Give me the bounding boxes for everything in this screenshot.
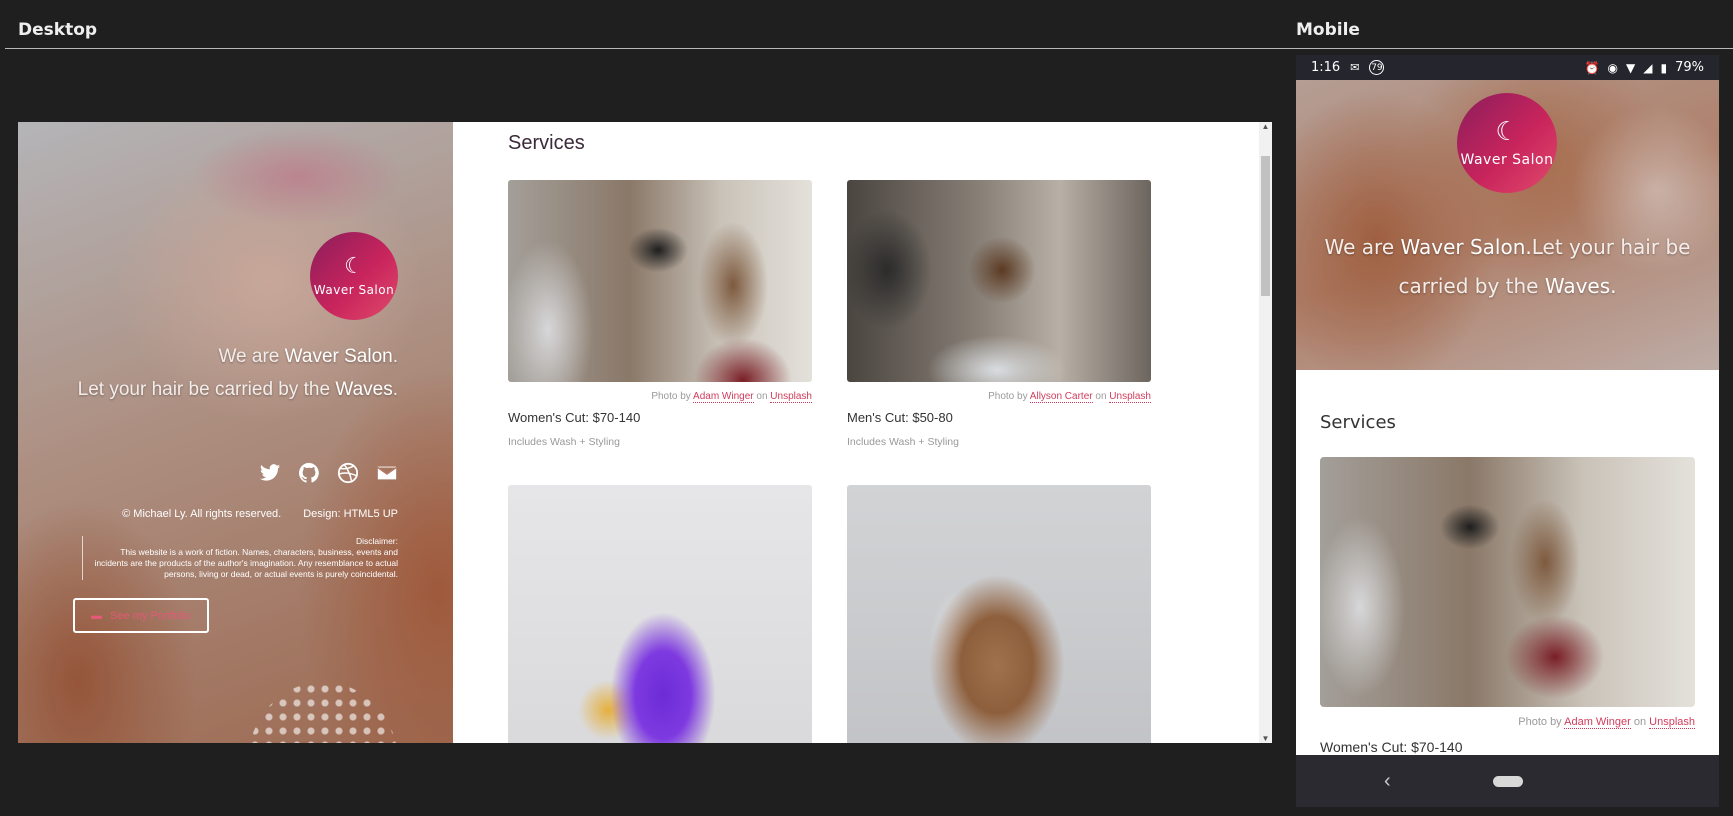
header-divider	[5, 48, 1733, 49]
hair-styling-photo	[847, 485, 1151, 743]
disclaimer-block: Disclaimer: This website is a work of fi…	[82, 536, 398, 580]
home-pill[interactable]	[1492, 775, 1523, 787]
photo-credit: Photo by Adam Winger on Unsplash	[508, 391, 812, 403]
alarm-icon: ⏰	[1584, 60, 1600, 75]
message-icon: ✉	[1350, 61, 1360, 74]
tagline-prefix: We are	[218, 346, 285, 367]
logo-text: Waver Salon	[313, 283, 395, 297]
unsplash-link[interactable]: Unsplash	[1109, 391, 1151, 403]
copyright-line: © Michael Ly. All rights reserved. Desig…	[122, 508, 398, 520]
desktop-scrollbar[interactable]: ▲ ▼	[1259, 122, 1272, 743]
design-credit-link[interactable]: Design: HTML5 UP	[303, 508, 398, 520]
photographer-link[interactable]: Allyson Carter	[1029, 391, 1093, 403]
back-icon[interactable]: ‹	[1384, 770, 1391, 793]
photo-by-text: Photo by	[988, 391, 1030, 402]
service-card-mens: Photo by Allyson Carter on Unsplash Men'…	[847, 180, 1151, 448]
disclaimer-text: This website is a work of fiction. Names…	[94, 547, 398, 579]
service-card-styling	[847, 485, 1151, 743]
photo-credit: Photo by Allyson Carter on Unsplash	[847, 391, 1151, 403]
photographer-link[interactable]: Adam Winger	[693, 391, 754, 403]
services-section: Services Photo by Adam Winger on Unsplas…	[453, 122, 1272, 743]
mobile-services-title: Services	[1320, 412, 1396, 433]
hair-color-photo	[508, 485, 812, 743]
tagline-line-2: Let your hair be carried by the Waves.	[78, 379, 398, 401]
portfolio-button-label: See my Portfolio	[110, 609, 191, 622]
battery-icon: ▮	[1660, 60, 1668, 75]
photographer-link[interactable]: Adam Winger	[1564, 716, 1631, 729]
twitter-icon[interactable]	[259, 462, 281, 484]
desktop-preview: ☾ Waver Salon We are Waver Salon. Let yo…	[18, 122, 1272, 743]
status-time: 1:16	[1311, 60, 1341, 75]
salon-logo[interactable]: ☾ Waver Salon	[1457, 93, 1557, 193]
folder-icon: ▬	[91, 609, 103, 622]
github-icon[interactable]	[298, 462, 320, 484]
signal-icon: ◢	[1643, 60, 1653, 75]
tagline2-brand: Waves	[335, 379, 393, 400]
tagline-brand: Waver Salon.	[1400, 235, 1532, 259]
on-text: on	[1092, 391, 1110, 402]
service-title: Women's Cut: $70-140	[508, 410, 641, 425]
wifi-icon: ▼	[1626, 60, 1636, 75]
portfolio-button[interactable]: ▬ See my Portfolio	[73, 598, 209, 633]
envelope-icon[interactable]	[376, 462, 398, 484]
tagline-line-1: We are Waver Salon.	[218, 346, 398, 368]
copyright-text: © Michael Ly. All rights reserved.	[122, 508, 282, 520]
tagline2-dot: .	[392, 379, 398, 400]
eye-icon: ◉	[1607, 60, 1619, 75]
photo-by-text: Photo by	[1518, 716, 1565, 728]
scroll-up-arrow[interactable]: ▲	[1259, 122, 1272, 131]
mobile-label: Mobile	[1296, 20, 1360, 40]
mobile-womens-cut-photo	[1320, 457, 1695, 707]
status-bar: 1:16 ✉ 79 ⏰ ◉ ▼ ◢ ▮ 79%	[1296, 55, 1719, 80]
logo-text: Waver Salon	[1460, 152, 1554, 168]
service-card-womens: Photo by Adam Winger on Unsplash Women's…	[508, 180, 812, 448]
on-text: on	[1630, 716, 1650, 728]
mobile-photo-credit: Photo by Adam Winger on Unsplash	[1518, 716, 1695, 729]
womens-cut-photo	[508, 180, 812, 382]
service-title: Men's Cut: $50-80	[847, 410, 953, 425]
dribbble-icon[interactable]	[337, 462, 359, 484]
mens-cut-photo	[847, 180, 1151, 382]
tagline2-prefix: Let your hair be carried by the	[77, 379, 336, 400]
on-text: on	[753, 391, 771, 402]
android-nav-bar: ‹	[1296, 755, 1719, 807]
hero-panel: ☾ Waver Salon We are Waver Salon. Let yo…	[18, 122, 453, 743]
service-description: Includes Wash + Styling	[847, 436, 959, 448]
service-card-color	[508, 485, 812, 743]
mobile-service-title: Women's Cut: $70-140	[1320, 739, 1463, 755]
hero-overlay	[18, 122, 453, 743]
scroll-down-arrow[interactable]: ▼	[1259, 734, 1272, 743]
badge-icon: 79	[1369, 60, 1385, 75]
mobile-preview: 1:16 ✉ 79 ⏰ ◉ ▼ ◢ ▮ 79% ☾ Waver Salon We…	[1296, 55, 1719, 807]
services-title: Services	[508, 132, 585, 154]
service-description: Includes Wash + Styling	[508, 436, 620, 448]
battery-percent: 79%	[1675, 60, 1704, 75]
tagline-prefix: We are	[1324, 235, 1401, 259]
disclaimer-title: Disclaimer:	[355, 536, 398, 546]
unsplash-link[interactable]: Unsplash	[1649, 716, 1695, 729]
scrollbar-thumb[interactable]	[1261, 156, 1270, 296]
tagline-dot: .	[392, 346, 398, 367]
photo-by-text: Photo by	[651, 391, 694, 402]
social-links	[259, 462, 398, 484]
desktop-label: Desktop	[18, 20, 98, 40]
mobile-hero: ☾ Waver Salon We are Waver Salon.Let you…	[1296, 80, 1719, 370]
unsplash-link[interactable]: Unsplash	[770, 391, 812, 403]
mobile-tagline: We are Waver Salon.Let your hair be carr…	[1316, 228, 1699, 306]
tagline-brand2: Waves.	[1544, 274, 1617, 298]
moon-icon: ☾	[1495, 116, 1519, 146]
moon-icon: ☾	[344, 253, 364, 278]
salon-logo[interactable]: ☾ Waver Salon	[310, 232, 398, 320]
tagline-brand: Waver Salon	[284, 346, 393, 367]
